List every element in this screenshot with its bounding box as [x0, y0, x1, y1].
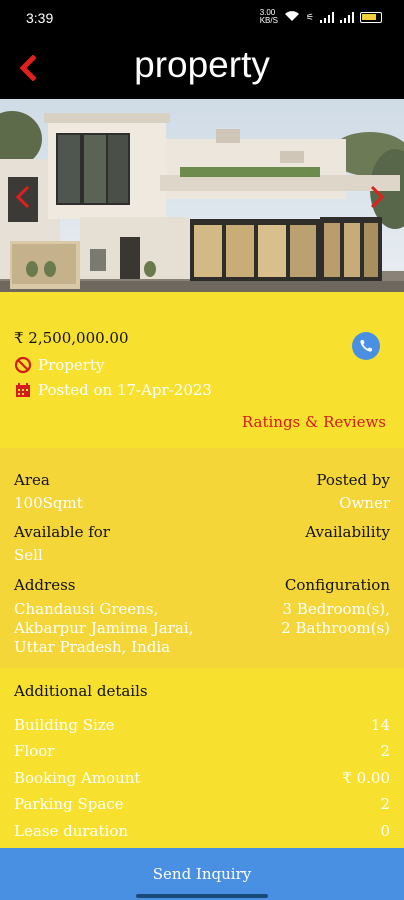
status-time: 3:39 [26, 10, 54, 26]
property-summary: ₹ 2,500,000.00 Property Posted on 17-Apr… [0, 292, 404, 448]
address-value: Chandausi Greens, Akbarpur Jamima Jarai,… [14, 600, 194, 656]
posted-date-row: Posted on 17-Apr-2023 [14, 381, 212, 399]
detail-key: Parking Space [14, 795, 124, 813]
calendar-icon [16, 383, 30, 397]
area-value: 100Sqmt [14, 494, 83, 512]
battery-icon [360, 11, 382, 23]
net-speed: 3.00 KB/S [259, 8, 278, 25]
send-inquiry-button[interactable]: Send Inquiry [0, 848, 404, 900]
detail-value: 0 [380, 822, 390, 840]
home-indicator[interactable] [136, 894, 268, 898]
configuration-value: 3 Bedroom(s), 2 Bathroom(s) [281, 600, 390, 637]
call-button[interactable] [352, 332, 380, 360]
detail-row: Lease duration 0 [0, 822, 404, 848]
detail-row: Parking Space 2 [0, 795, 404, 821]
property-type: Property [38, 356, 105, 374]
detail-key: Booking Amount [14, 769, 141, 787]
detail-key: Lease duration [14, 822, 129, 840]
detail-value: 14 [370, 716, 390, 734]
available-for-label: Available for [14, 523, 110, 541]
app-bar: property [0, 38, 404, 99]
wifi-icon [284, 10, 300, 25]
signal-icon-2 [340, 11, 354, 23]
availability-label: Availability [305, 523, 390, 541]
address-label: Address [14, 576, 76, 594]
carousel-prev-icon[interactable] [14, 185, 32, 209]
detail-row: Booking Amount ₹ 0.00 [0, 769, 404, 795]
volte-icon: ⚟ [305, 11, 314, 22]
detail-key: Floor [14, 742, 55, 760]
configuration-label: Configuration [284, 576, 390, 594]
property-details: Area 100Sqmt Posted by Owner Available f… [0, 448, 404, 668]
prohibited-icon [14, 356, 32, 374]
posted-by-value: Owner [339, 494, 390, 512]
area-label: Area [14, 471, 50, 489]
posted-date: Posted on 17-Apr-2023 [38, 381, 212, 399]
additional-details: Additional details Building Size 14 Floo… [0, 668, 404, 848]
phone-icon [360, 340, 372, 352]
status-icons: 3.00 KB/S ⚟ [260, 9, 382, 25]
detail-row: Building Size 14 [0, 716, 404, 742]
property-type-row: Property [14, 356, 104, 374]
detail-value: 2 [380, 795, 390, 813]
detail-value: ₹ 0.00 [342, 769, 390, 787]
posted-by-label: Posted by [316, 471, 390, 489]
detail-row: Floor 2 [0, 742, 404, 768]
ratings-reviews-link[interactable]: Ratings & Reviews [242, 413, 386, 431]
property-photo [0, 99, 404, 292]
signal-icon-1 [320, 11, 334, 23]
price-label: ₹ 2,500,000.00 [14, 329, 129, 347]
status-bar: 3:39 3.00 KB/S ⚟ [0, 0, 404, 38]
page-title: property [134, 44, 270, 85]
detail-value: 2 [380, 742, 390, 760]
available-for-value: Sell [14, 546, 43, 564]
carousel-next-icon[interactable] [368, 185, 386, 209]
detail-key: Building Size [14, 716, 115, 734]
property-image-carousel[interactable] [0, 99, 404, 292]
additional-details-title: Additional details [14, 682, 148, 700]
